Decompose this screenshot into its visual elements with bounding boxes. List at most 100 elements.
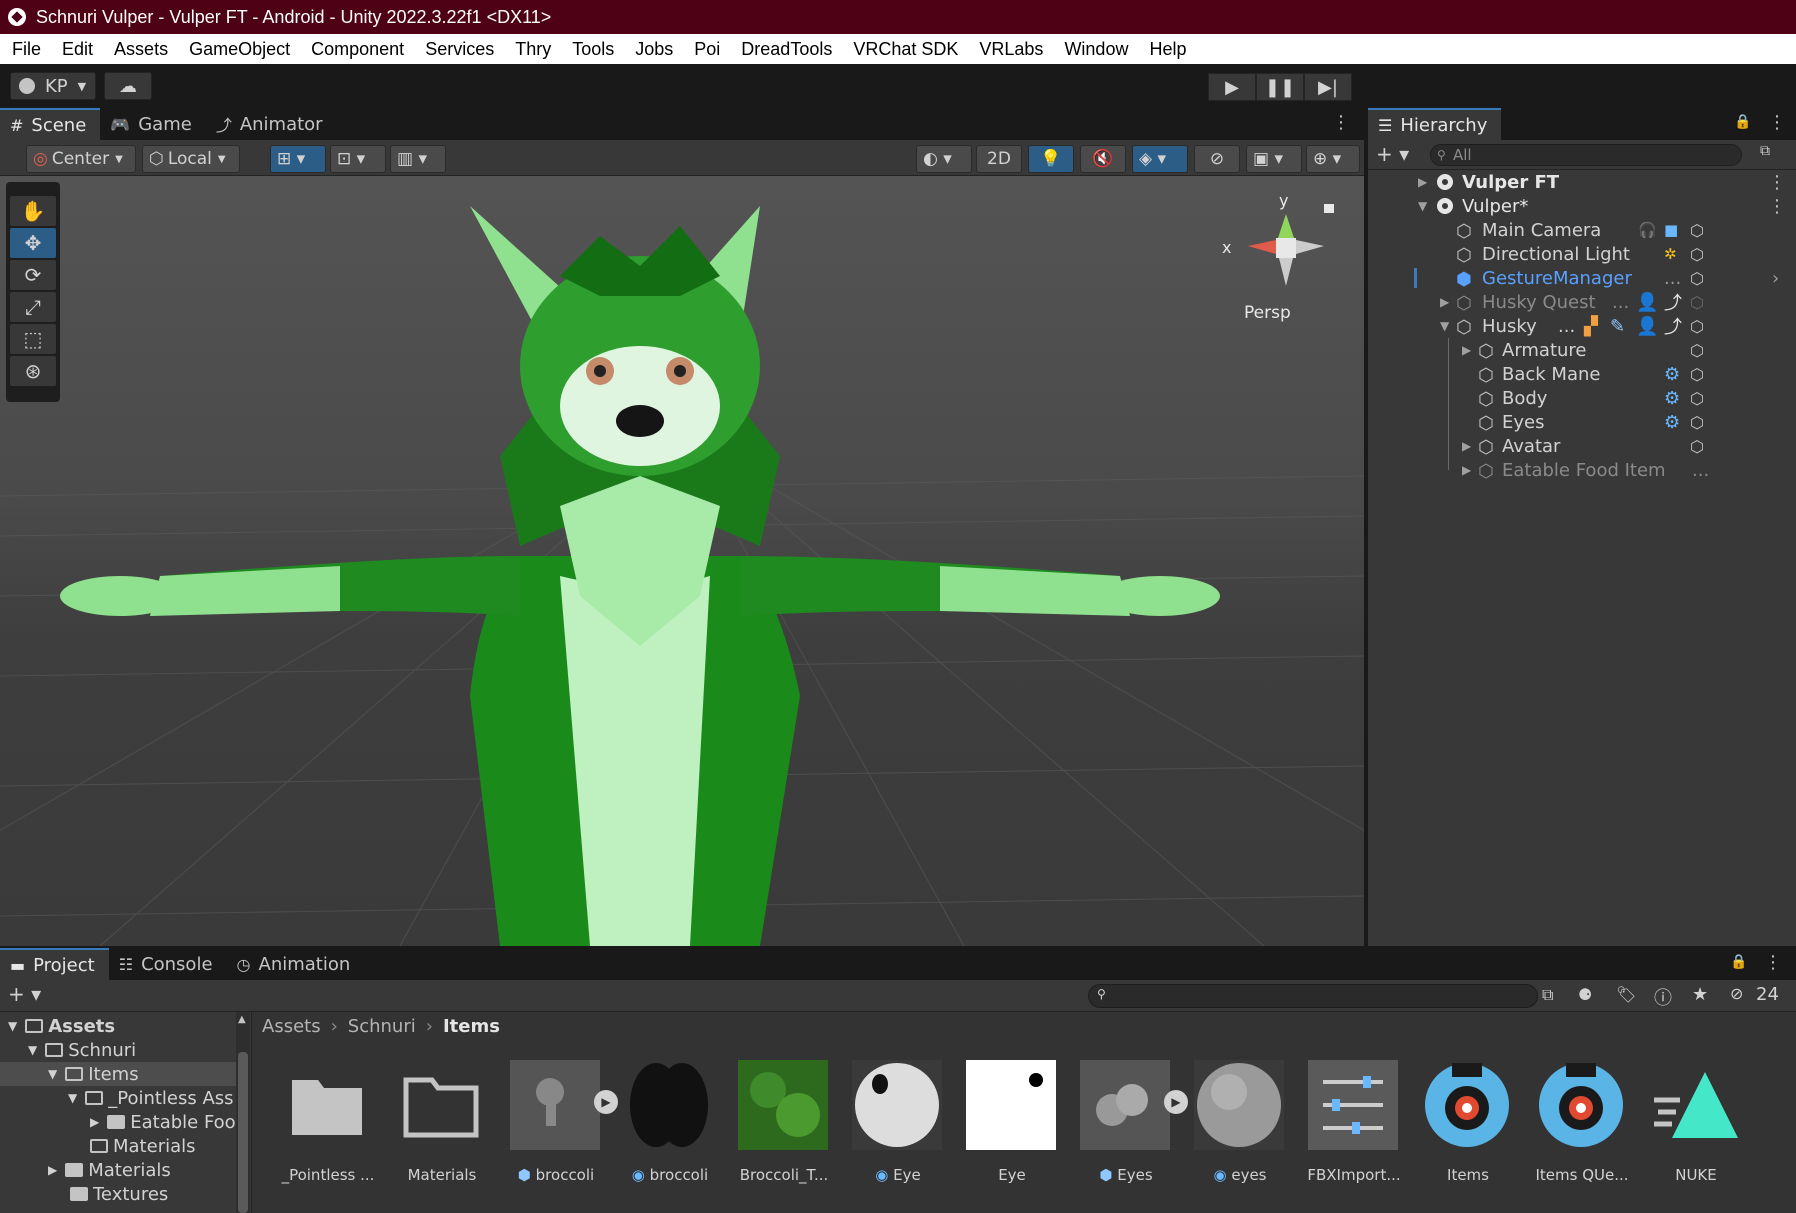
- drag-handle[interactable]: [10, 186, 56, 196]
- tab-game[interactable]: 🎮 Game: [100, 108, 206, 140]
- menu-file[interactable]: File: [4, 39, 49, 60]
- space-dropdown[interactable]: ⬡ Local ▼: [142, 145, 240, 173]
- hierarchy-row-husky[interactable]: ▼ ⬡ Husky ... ▞ ✎ 👤 ⤴ ⬡: [1368, 314, 1796, 339]
- tree-item-items[interactable]: ▼ Items: [0, 1062, 236, 1086]
- lighting-toggle[interactable]: 💡: [1028, 145, 1074, 173]
- hierarchy-row-gesturemanager[interactable]: ⬢ GestureManager ... ⬡ ›: [1368, 266, 1796, 290]
- projection-label[interactable]: Persp: [1244, 303, 1291, 323]
- tab-animator[interactable]: ⤴ Animator: [206, 108, 337, 140]
- hierarchy-row-husky-quest[interactable]: ▶ ⬡ Husky Quest ... 👤 ⤴ ⬡: [1368, 290, 1796, 315]
- menu-jobs[interactable]: Jobs: [627, 39, 681, 60]
- lock-icon[interactable]: 🔒: [1734, 114, 1751, 130]
- breadcrumb-item-current[interactable]: Items: [443, 1016, 500, 1037]
- transform-tool-icon[interactable]: ⊛: [10, 356, 56, 386]
- hierarchy-row-armature[interactable]: ▶ ⬡ Armature ⬡: [1368, 338, 1796, 363]
- hierarchy-row-avatar[interactable]: ▶ ⬡ Avatar ⬡: [1368, 434, 1796, 459]
- asset-materials-folder[interactable]: Materials: [382, 1060, 492, 1200]
- expand-arrow-icon[interactable]: ▶: [1462, 463, 1471, 477]
- collapse-arrow-icon[interactable]: ▼: [1440, 319, 1449, 333]
- ruler-toggle[interactable]: ▥ ▾: [390, 145, 446, 173]
- tab-project[interactable]: ▬ Project: [0, 948, 109, 980]
- tree-item-textures[interactable]: Textures: [0, 1182, 236, 1206]
- hierarchy-row-vulper[interactable]: ▼ Vulper* ⋮: [1368, 194, 1796, 218]
- asset-eyes-material[interactable]: ◉ eyes: [1180, 1060, 1290, 1200]
- expand-arrow-icon[interactable]: ▶: [1462, 343, 1471, 357]
- menu-services[interactable]: Services: [417, 39, 502, 60]
- audio-toggle[interactable]: 🔇: [1080, 145, 1126, 173]
- more-options-icon[interactable]: ⋮: [1768, 172, 1786, 193]
- expand-arrow-icon[interactable]: ▶: [90, 1115, 99, 1129]
- menu-thry[interactable]: Thry: [507, 39, 559, 60]
- favorite-star-icon[interactable]: ★: [1692, 984, 1708, 1005]
- chevron-right-icon[interactable]: ›: [1772, 268, 1779, 289]
- hand-tool-icon[interactable]: ✋: [10, 196, 56, 226]
- menu-gameobject[interactable]: GameObject: [181, 39, 298, 60]
- asset-broccoli-model[interactable]: ▶ ⬢ broccoli: [496, 1060, 618, 1200]
- label-icon[interactable]: 🏷: [1616, 985, 1636, 1004]
- shading-mode-dropdown[interactable]: ◐ ▾: [916, 145, 972, 173]
- search-by-type-icon[interactable]: ⧉: [1542, 985, 1553, 1005]
- hierarchy-row-eyes[interactable]: ⬡ Eyes ⚙ ⬡: [1368, 410, 1796, 435]
- grid-snap-toggle[interactable]: ⊞ ▾: [270, 145, 326, 173]
- pivot-dropdown[interactable]: ◎ Center ▼: [26, 145, 136, 173]
- collapse-arrow-icon[interactable]: ▼: [28, 1043, 37, 1057]
- add-icon[interactable]: + ▾: [1376, 142, 1409, 166]
- move-tool-icon[interactable]: ✥: [10, 228, 56, 258]
- hierarchy-row-directional-light[interactable]: ⬡ Directional Light ✲ ⬡: [1368, 242, 1796, 267]
- pause-button[interactable]: ❚❚: [1256, 73, 1304, 101]
- step-button[interactable]: ▶|: [1304, 73, 1352, 101]
- lock-icon[interactable]: [1324, 204, 1334, 213]
- toggle-2d-button[interactable]: 2D: [976, 145, 1022, 173]
- rotate-tool-icon[interactable]: ⟳: [10, 260, 56, 290]
- menu-edit[interactable]: Edit: [54, 39, 101, 60]
- asset-items-menu[interactable]: Items: [1408, 1060, 1518, 1200]
- asset-nuke[interactable]: NUKE: [1636, 1060, 1746, 1200]
- filter-type-icon[interactable]: ⚈: [1578, 985, 1592, 1004]
- menu-tools[interactable]: Tools: [564, 39, 622, 60]
- tree-item-eatable-food[interactable]: ▶ Eatable Foo: [0, 1110, 236, 1134]
- collapse-arrow-icon[interactable]: ▼: [48, 1067, 57, 1081]
- tab-console[interactable]: ☷ Console: [109, 948, 227, 980]
- breadcrumb-item[interactable]: Schnuri: [348, 1016, 416, 1037]
- menu-assets[interactable]: Assets: [106, 39, 176, 60]
- menu-vrchat-sdk[interactable]: VRChat SDK: [845, 39, 966, 60]
- hierarchy-row-back-mane[interactable]: ⬡ Back Mane ⚙ ⬡: [1368, 362, 1796, 387]
- tree-item-pointless-assets[interactable]: ▼ _Pointless Ass: [0, 1086, 236, 1110]
- project-tree-scrollbar[interactable]: ▲: [236, 1012, 250, 1213]
- scene-visibility-icon[interactable]: ⧉: [1760, 143, 1770, 159]
- menu-poi[interactable]: Poi: [686, 39, 728, 60]
- expand-arrow-icon[interactable]: ▶: [48, 1163, 57, 1177]
- hierarchy-row-vulper-ft[interactable]: ▶ Vulper FT ⋮: [1368, 170, 1796, 194]
- tree-item-materials[interactable]: ▶ Materials: [0, 1158, 236, 1182]
- tree-item-materials-sub[interactable]: Materials: [0, 1134, 236, 1158]
- hidden-packages-icon[interactable]: ⊘: [1730, 984, 1743, 1003]
- lock-icon[interactable]: 🔒: [1730, 954, 1747, 970]
- camera-dropdown[interactable]: ▣ ▾: [1246, 145, 1302, 173]
- more-options-icon[interactable]: ⋮: [1768, 112, 1786, 133]
- menu-vrlabs[interactable]: VRLabs: [971, 39, 1051, 60]
- menu-component[interactable]: Component: [303, 39, 412, 60]
- tree-item-schnuri[interactable]: ▼ Schnuri: [0, 1038, 236, 1062]
- asset-eye-texture[interactable]: Eye: [952, 1060, 1062, 1200]
- scene-viewport[interactable]: y x Persp: [0, 176, 1364, 946]
- menu-dreadtools[interactable]: DreadTools: [733, 39, 840, 60]
- asset-broccoli-texture[interactable]: Broccoli_T...: [724, 1060, 834, 1200]
- hierarchy-row-main-camera[interactable]: ⬡ Main Camera 🎧 ■ ⬡: [1368, 218, 1796, 243]
- effects-toggle[interactable]: ◈ ▾: [1132, 145, 1188, 173]
- more-options-icon[interactable]: ⋮: [1332, 112, 1350, 133]
- breadcrumb-item[interactable]: Assets: [262, 1016, 321, 1037]
- collapse-arrow-icon[interactable]: ▼: [68, 1091, 77, 1105]
- menu-window[interactable]: Window: [1056, 39, 1136, 60]
- visibility-toggle[interactable]: ⊘: [1194, 145, 1240, 173]
- more-options-icon[interactable]: ⋮: [1764, 952, 1782, 973]
- increment-snap-toggle[interactable]: ⊡ ▾: [330, 145, 386, 173]
- asset-eyes-model[interactable]: ▶ ⬢ Eyes: [1066, 1060, 1188, 1200]
- hierarchy-row-eatable-food-item[interactable]: ▶ ⬡ Eatable Food Item ...: [1368, 458, 1796, 483]
- collapse-arrow-icon[interactable]: ▼: [8, 1019, 17, 1033]
- asset-fbx-importer[interactable]: FBXImport...: [1294, 1060, 1404, 1200]
- cloud-button[interactable]: ☁: [104, 72, 152, 100]
- expand-arrow-icon[interactable]: ▶: [1440, 295, 1449, 309]
- asset-broccoli-material[interactable]: ◉ broccoli: [610, 1060, 720, 1200]
- account-dropdown[interactable]: KP ▼: [10, 72, 96, 100]
- hierarchy-search-input[interactable]: ⚲ All: [1430, 144, 1742, 166]
